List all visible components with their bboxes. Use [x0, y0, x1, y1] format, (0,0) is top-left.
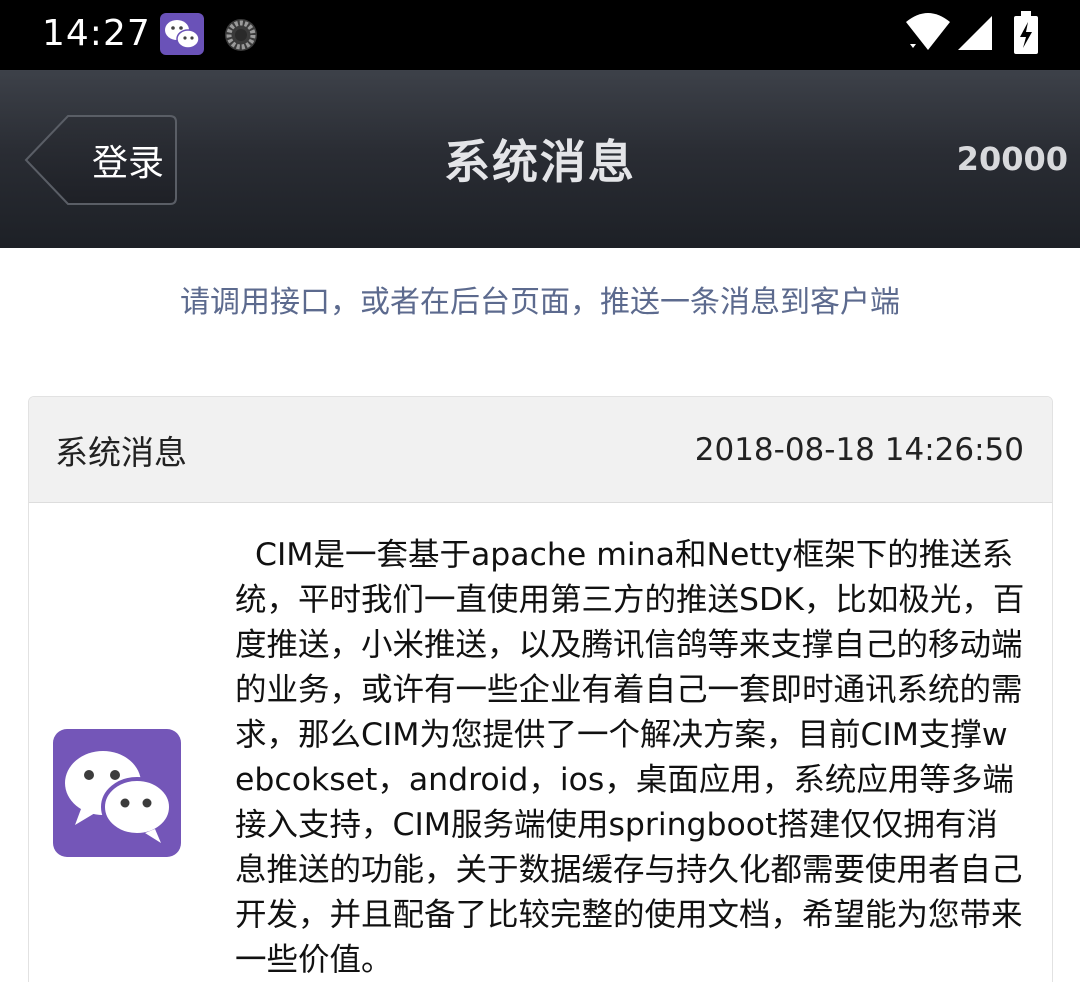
- cell-signal-icon: [956, 14, 994, 52]
- message-body: CIM是一套基于apache mina和Netty框架下的推送系统，平时我们一直…: [235, 537, 1025, 978]
- battery-charging-icon: [1012, 10, 1040, 56]
- status-bar: 14:27: [0, 0, 1080, 70]
- page-title: 系统消息: [444, 135, 636, 189]
- message-card[interactable]: 系统消息 2018-08-18 14:26:50 CIM是一套基于apache …: [28, 396, 1053, 982]
- back-button[interactable]: 登录: [24, 114, 178, 206]
- wifi-icon: [904, 12, 952, 54]
- wechat-icon: [160, 13, 204, 55]
- push-hint-text: 请调用接口，或者在后台页面，推送一条消息到客户端: [180, 285, 900, 320]
- back-button-label: 登录: [91, 143, 164, 184]
- status-time: 14:27: [42, 13, 151, 54]
- loading-spinner-icon: [222, 16, 260, 54]
- message-title: 系统消息: [55, 433, 187, 472]
- message-timestamp: 2018-08-18 14:26:50: [694, 432, 1024, 468]
- message-card-header: 系统消息 2018-08-18 14:26:50: [29, 397, 1052, 503]
- message-count: 20000: [956, 140, 1068, 178]
- avatar: [53, 729, 181, 857]
- title-bar: 登录 系统消息 20000: [0, 70, 1080, 248]
- wechat-icon: [65, 751, 173, 843]
